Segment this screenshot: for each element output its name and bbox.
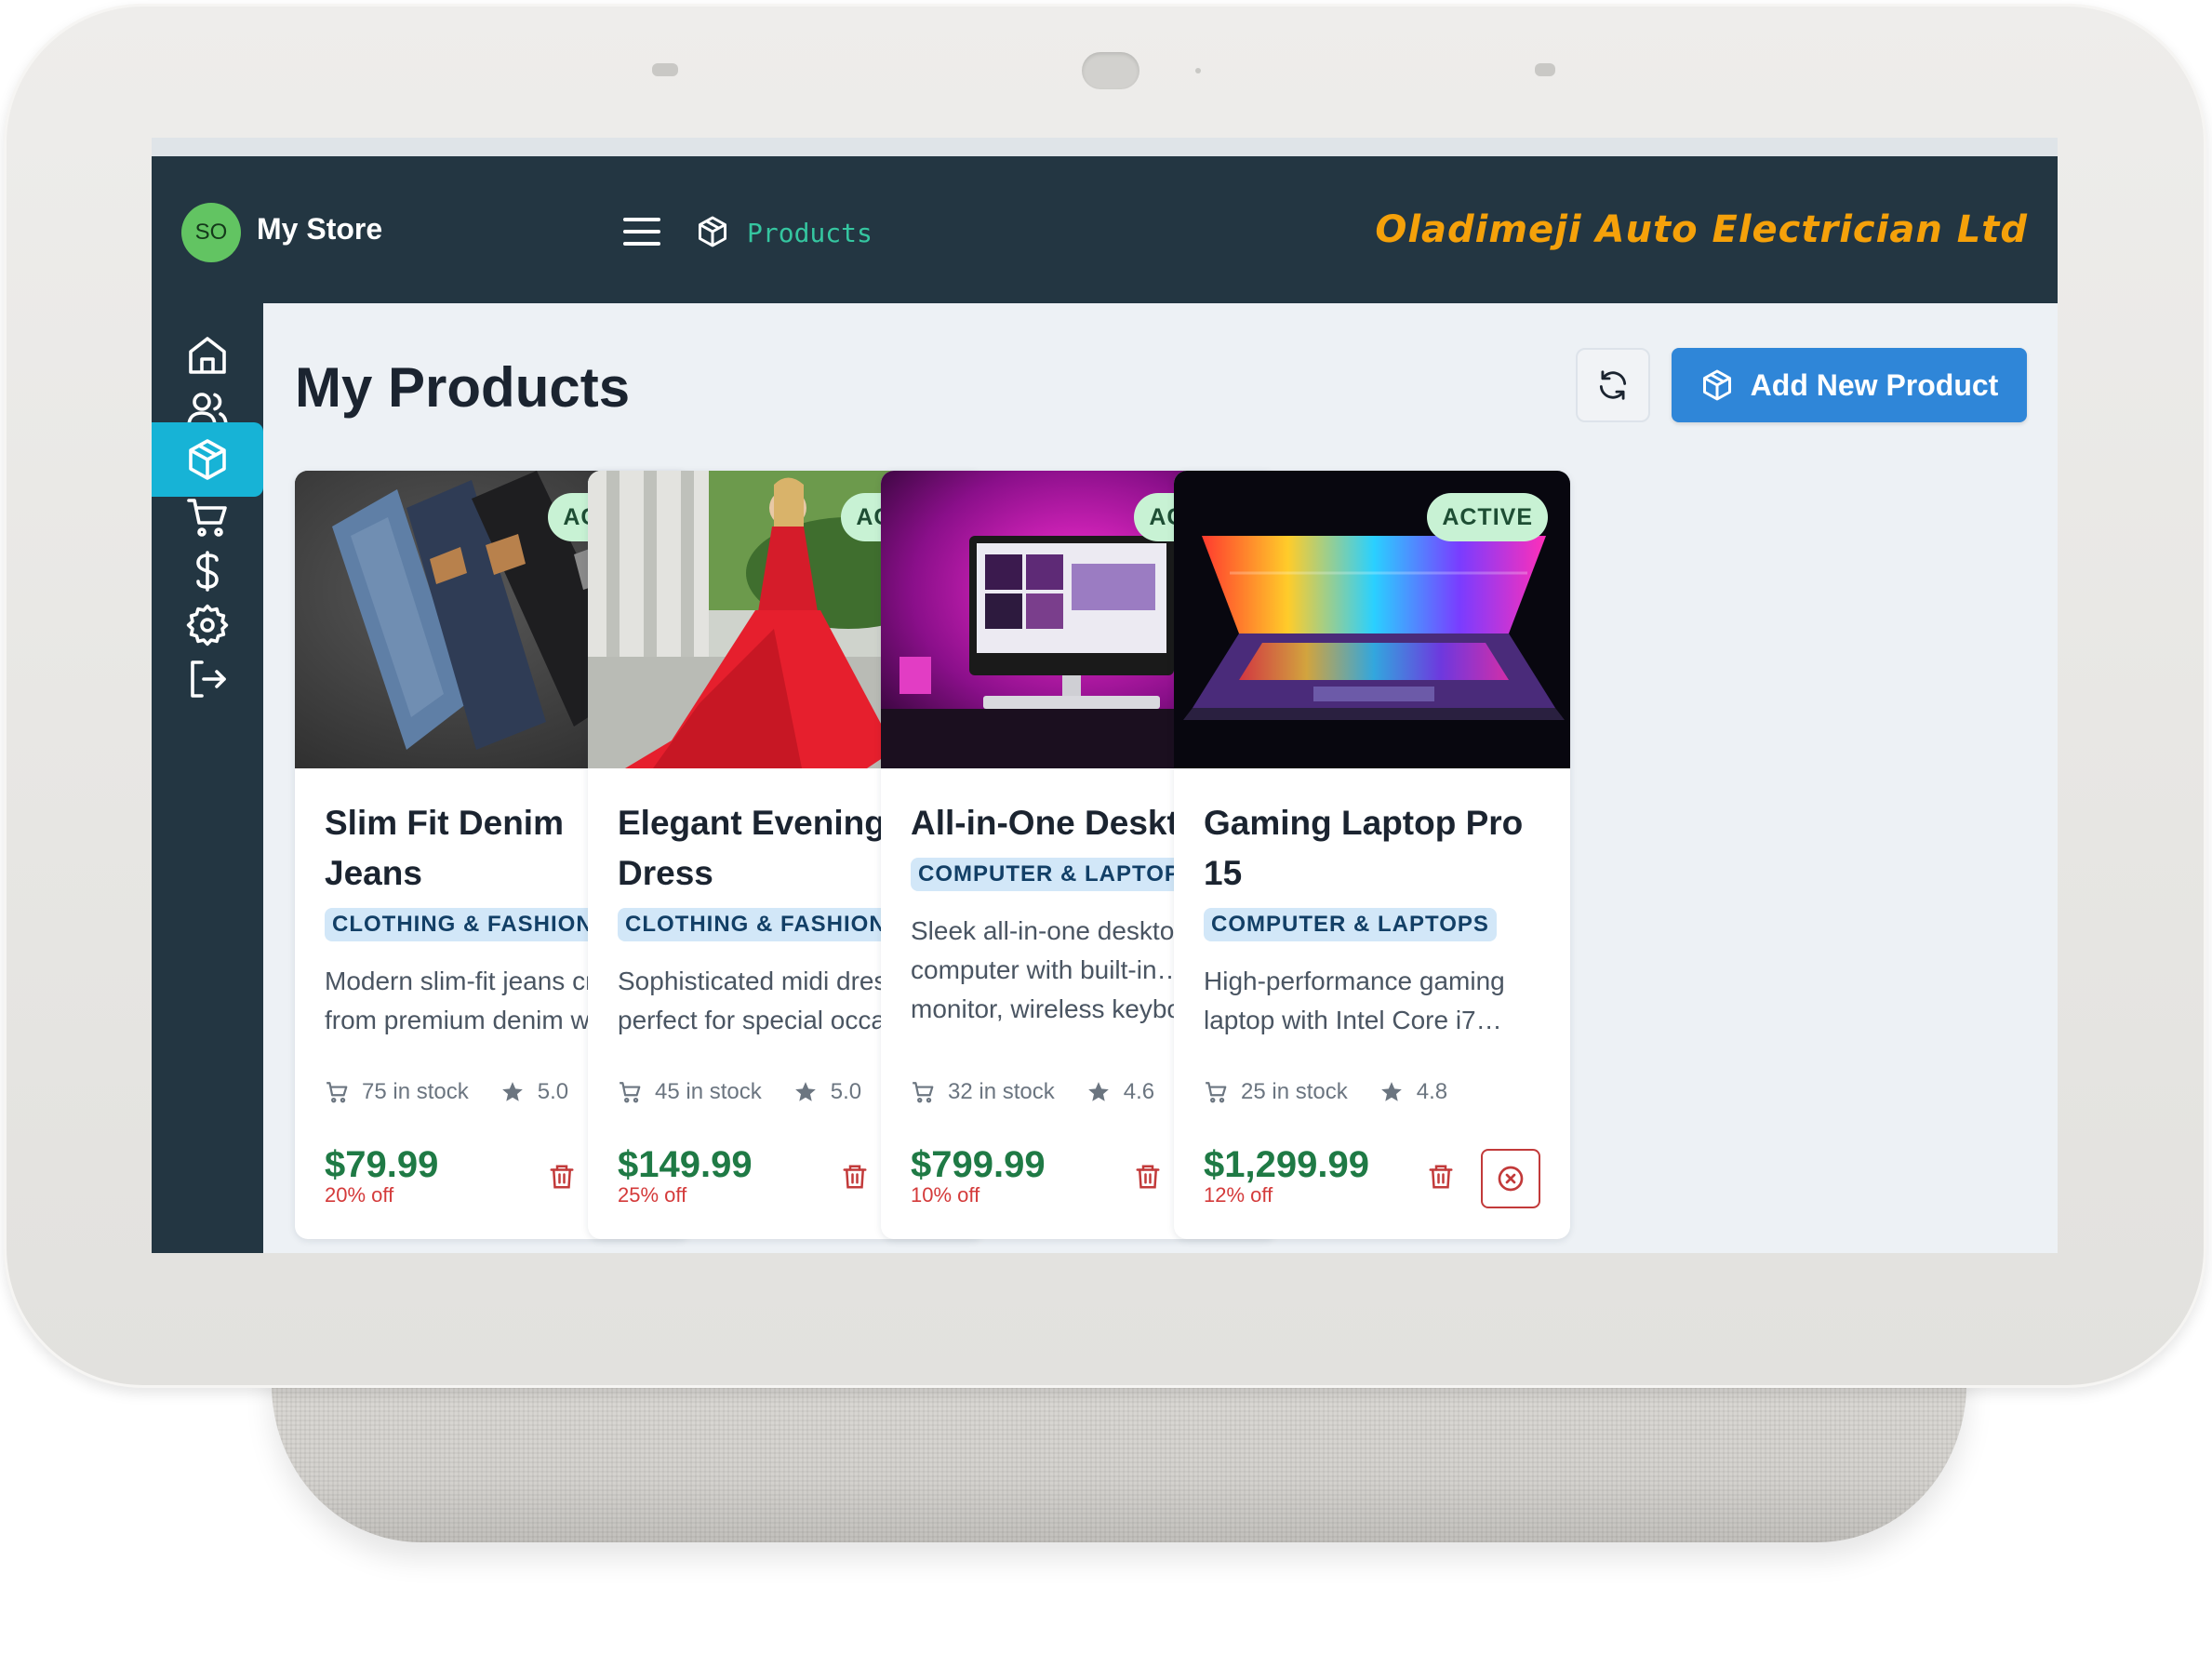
trash-icon[interactable] xyxy=(548,1162,576,1192)
price: $149.99 xyxy=(618,1144,753,1185)
gear-icon xyxy=(186,604,229,647)
discount: 25% off xyxy=(618,1183,687,1207)
category-tag: CLOTHING & FASHION xyxy=(325,908,601,941)
discount: 20% off xyxy=(325,1183,394,1207)
discount: 10% off xyxy=(911,1183,980,1207)
rating: 4.8 xyxy=(1416,1079,1448,1104)
deactivate-button[interactable] xyxy=(1481,1149,1540,1208)
dollar-icon xyxy=(196,551,219,592)
trash-icon[interactable] xyxy=(1427,1162,1455,1192)
price: $1,299.99 xyxy=(1204,1144,1369,1185)
cart-icon xyxy=(326,1082,348,1103)
discount: 12% off xyxy=(1204,1183,1273,1207)
breadcrumb[interactable]: Products xyxy=(747,218,873,248)
mic-hole-right xyxy=(1535,63,1555,76)
store-name: My Store xyxy=(257,212,383,246)
stock-count: 25 in stock xyxy=(1241,1079,1348,1104)
page-title: My Products xyxy=(295,356,631,419)
star-icon xyxy=(501,1082,523,1101)
box-icon xyxy=(189,439,226,480)
box-icon xyxy=(699,216,726,247)
trash-icon[interactable] xyxy=(841,1162,869,1192)
product-image: ACTIVE xyxy=(1174,471,1570,768)
product-title: Gaming Laptop Pro 15 xyxy=(1204,804,1524,892)
main-content: My Products Add New Product Slim Fit Den… xyxy=(263,303,2058,1253)
rating: 4.6 xyxy=(1123,1079,1155,1104)
category-tag: COMPUTER & LAPTOPS xyxy=(1204,908,1497,941)
sidebar-item-logout[interactable] xyxy=(152,642,263,716)
camera-sensor xyxy=(1082,52,1139,89)
trash-icon[interactable] xyxy=(1134,1162,1162,1192)
light-sensor xyxy=(1195,68,1201,73)
star-icon xyxy=(794,1082,816,1101)
close-circle-icon xyxy=(1498,1166,1524,1192)
product-description: High-performance gaming laptop with Inte… xyxy=(1204,967,1505,1034)
category-tag: CLOTHING & FASHION xyxy=(618,908,894,941)
product-card[interactable]: ACTIVE Gaming Laptop Pro 15 COMPUTER & L… xyxy=(1174,471,1570,1239)
cart-icon xyxy=(620,1082,641,1103)
add-new-product-button[interactable]: Add New Product xyxy=(1672,348,2027,422)
rating: 5.0 xyxy=(830,1079,862,1104)
stock-count: 32 in stock xyxy=(948,1079,1055,1104)
refresh-button[interactable] xyxy=(1576,348,1650,422)
status-badge: ACTIVE xyxy=(1427,493,1548,541)
add-new-product-label: Add New Product xyxy=(1750,367,1999,402)
cart-icon xyxy=(1206,1082,1227,1103)
top-bar: SO My Store Products Oladimeji Auto Elec… xyxy=(152,156,2058,303)
stock-count: 45 in stock xyxy=(655,1079,762,1104)
star-icon xyxy=(1380,1082,1402,1101)
avatar[interactable]: SO xyxy=(181,203,241,262)
home-icon xyxy=(189,337,226,374)
box-icon xyxy=(1702,369,1731,401)
stock-count: 75 in stock xyxy=(362,1079,469,1104)
brand-name: Oladimeji Auto Electrician Ltd xyxy=(1375,208,2028,251)
cart-icon xyxy=(187,499,227,537)
star-icon xyxy=(1087,1082,1109,1101)
rating: 5.0 xyxy=(537,1079,569,1104)
logout-icon xyxy=(191,660,226,698)
category-tag: COMPUTER & LAPTOPS xyxy=(911,858,1204,891)
sidebar xyxy=(152,303,263,1253)
menu-icon[interactable] xyxy=(623,218,660,246)
refresh-icon xyxy=(1599,370,1627,400)
price: $799.99 xyxy=(911,1144,1046,1185)
cart-icon xyxy=(913,1082,934,1103)
price: $79.99 xyxy=(325,1144,439,1185)
device-screen: SO My Store Products Oladimeji Auto Elec… xyxy=(152,138,2058,1253)
mic-hole-left xyxy=(652,63,678,76)
